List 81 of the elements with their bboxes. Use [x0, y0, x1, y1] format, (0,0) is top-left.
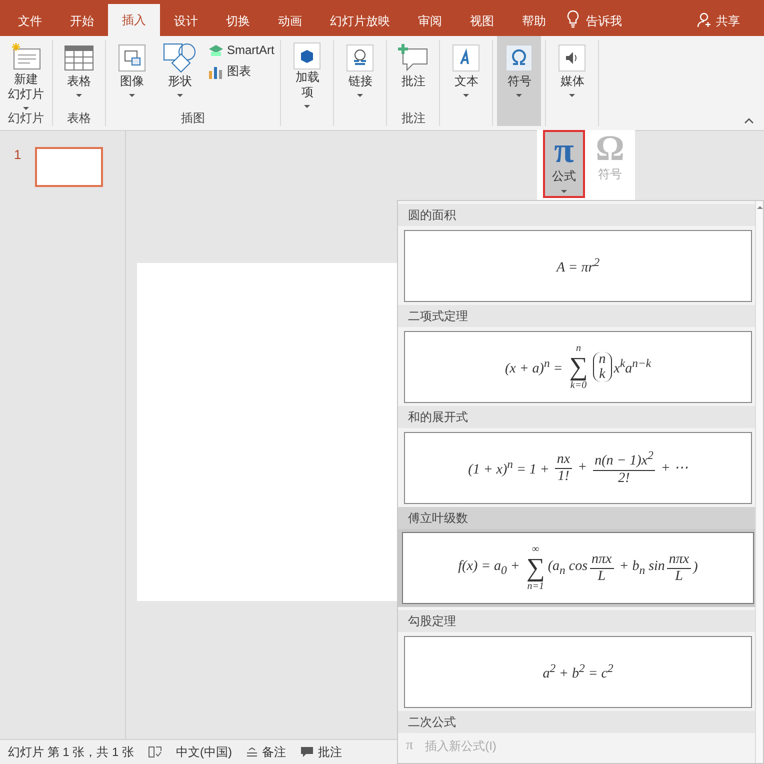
- ribbon-button[interactable]: 批注: [391, 40, 436, 106]
- spellcheck-icon[interactable]: [148, 746, 162, 758]
- ribbon-button[interactable]: 表格: [57, 40, 101, 106]
- bar-chart-icon: [208, 64, 224, 78]
- shapes-icon: [163, 42, 197, 74]
- slide-count: 幻灯片 第 1 张，共 1 张: [8, 744, 134, 760]
- ribbon-tab[interactable]: 开始: [56, 6, 108, 36]
- collapse-ribbon-icon[interactable]: [744, 118, 754, 124]
- smartart-icon: [208, 43, 224, 57]
- ribbon-tab[interactable]: 视图: [456, 6, 508, 36]
- slide-thumbnail[interactable]: [35, 147, 104, 187]
- formula-text: + b$_{n}$ sin: [618, 559, 665, 577]
- cube-icon: [293, 42, 322, 70]
- language-label[interactable]: 中文(中国): [176, 744, 232, 760]
- ribbon-button[interactable]: 加载 项: [285, 40, 330, 106]
- notes-button[interactable]: 备注: [246, 744, 286, 760]
- ribbon-button[interactable]: SmartArt: [206, 42, 276, 58]
- notes-icon: [246, 747, 258, 757]
- formula-text: A = πr$^{2}$: [556, 256, 600, 276]
- group-label: 表格: [67, 110, 91, 126]
- fraction: n(n − 1)x$^{2}$ 2!: [592, 449, 656, 487]
- person-icon: [697, 12, 713, 28]
- formula-text: a$^{2}$ + b$^{2}$ = c$^{2}$: [542, 662, 614, 682]
- formula-text: x$^{k}$a$^{n−k}$: [614, 356, 652, 378]
- picture-icon: [118, 44, 146, 72]
- formula-text: + ⋯: [660, 460, 688, 477]
- formula-text: (1 + x)$^{n}$ = 1 +: [468, 458, 550, 478]
- ribbon-tab[interactable]: 审阅: [404, 6, 456, 36]
- fraction: nπx L: [666, 552, 692, 584]
- formula-text: f(x) = a$_{0}$ +: [458, 559, 521, 577]
- link-icon: [346, 44, 374, 72]
- scrollbar[interactable]: [755, 201, 763, 763]
- share-button[interactable]: 共享: [716, 6, 740, 36]
- formula-text: (a$_{n}$ cos: [548, 559, 588, 577]
- formula-text: (x + a)$^{n}$ =: [504, 356, 564, 378]
- ribbon-tab[interactable]: 帮助: [508, 6, 560, 36]
- omega-icon: [505, 44, 534, 72]
- ribbon-button[interactable]: 图像: [110, 40, 154, 106]
- section-header: 二次公式: [398, 711, 755, 733]
- ribbon-tab[interactable]: 插入: [108, 4, 160, 36]
- ribbon-tab[interactable]: 设计: [160, 6, 212, 36]
- fraction: nx 1!: [554, 452, 572, 484]
- equation-preview[interactable]: a$^{2}$ + b$^{2}$ = c$^{2}$: [404, 636, 752, 708]
- section-header: 二项式定理: [398, 305, 755, 327]
- ribbon-button[interactable]: 媒体: [550, 40, 594, 106]
- fraction: nπx L: [590, 552, 614, 584]
- equation-preview[interactable]: A = πr$^{2}$: [404, 230, 752, 302]
- text-icon: [452, 44, 480, 72]
- ribbon-button[interactable]: 链接: [338, 40, 382, 106]
- new-slide-icon: [10, 42, 42, 72]
- ribbon-button[interactable]: 新建 幻灯片: [4, 40, 48, 106]
- summation: n ∑ k=0: [569, 343, 588, 391]
- speaker-icon: [558, 44, 586, 72]
- section-header: 和的展开式: [398, 406, 755, 428]
- ribbon-button[interactable]: 文本: [444, 40, 488, 106]
- speech-bubble-icon: [300, 746, 314, 758]
- table-icon: [64, 45, 94, 71]
- formula-text: ): [693, 560, 698, 576]
- comments-button[interactable]: 批注: [300, 744, 342, 760]
- ribbon-tab[interactable]: 动画: [264, 6, 316, 36]
- formula-text: +: [576, 460, 588, 476]
- binomial: n k: [592, 352, 612, 382]
- section-header: 圆的面积: [398, 204, 755, 226]
- menu-button[interactable]: π 公式: [543, 130, 585, 198]
- lightbulb-icon: [566, 10, 580, 28]
- new-comment-icon: [397, 43, 430, 73]
- group-label: 批注: [401, 110, 426, 126]
- group-label: 插图: [181, 110, 206, 126]
- ribbon-button[interactable]: 图表: [206, 62, 276, 81]
- tell-me-field[interactable]: 告诉我: [586, 6, 622, 36]
- summation: ∞ ∑ n=1: [526, 544, 545, 592]
- ribbon-tab[interactable]: 文件: [4, 6, 56, 36]
- group-label: 幻灯片: [8, 110, 44, 126]
- ribbon-button[interactable]: 符号: [497, 36, 542, 126]
- section-header: 傅立叶级数: [398, 507, 755, 529]
- section-header: 勾股定理: [398, 610, 755, 632]
- slide-number: 1: [14, 147, 22, 164]
- ribbon-button[interactable]: 形状: [158, 40, 202, 106]
- ribbon-tab[interactable]: 幻灯片放映: [316, 6, 404, 36]
- ribbon-tab[interactable]: 切换: [212, 6, 264, 36]
- scroll-up-icon[interactable]: [756, 205, 762, 209]
